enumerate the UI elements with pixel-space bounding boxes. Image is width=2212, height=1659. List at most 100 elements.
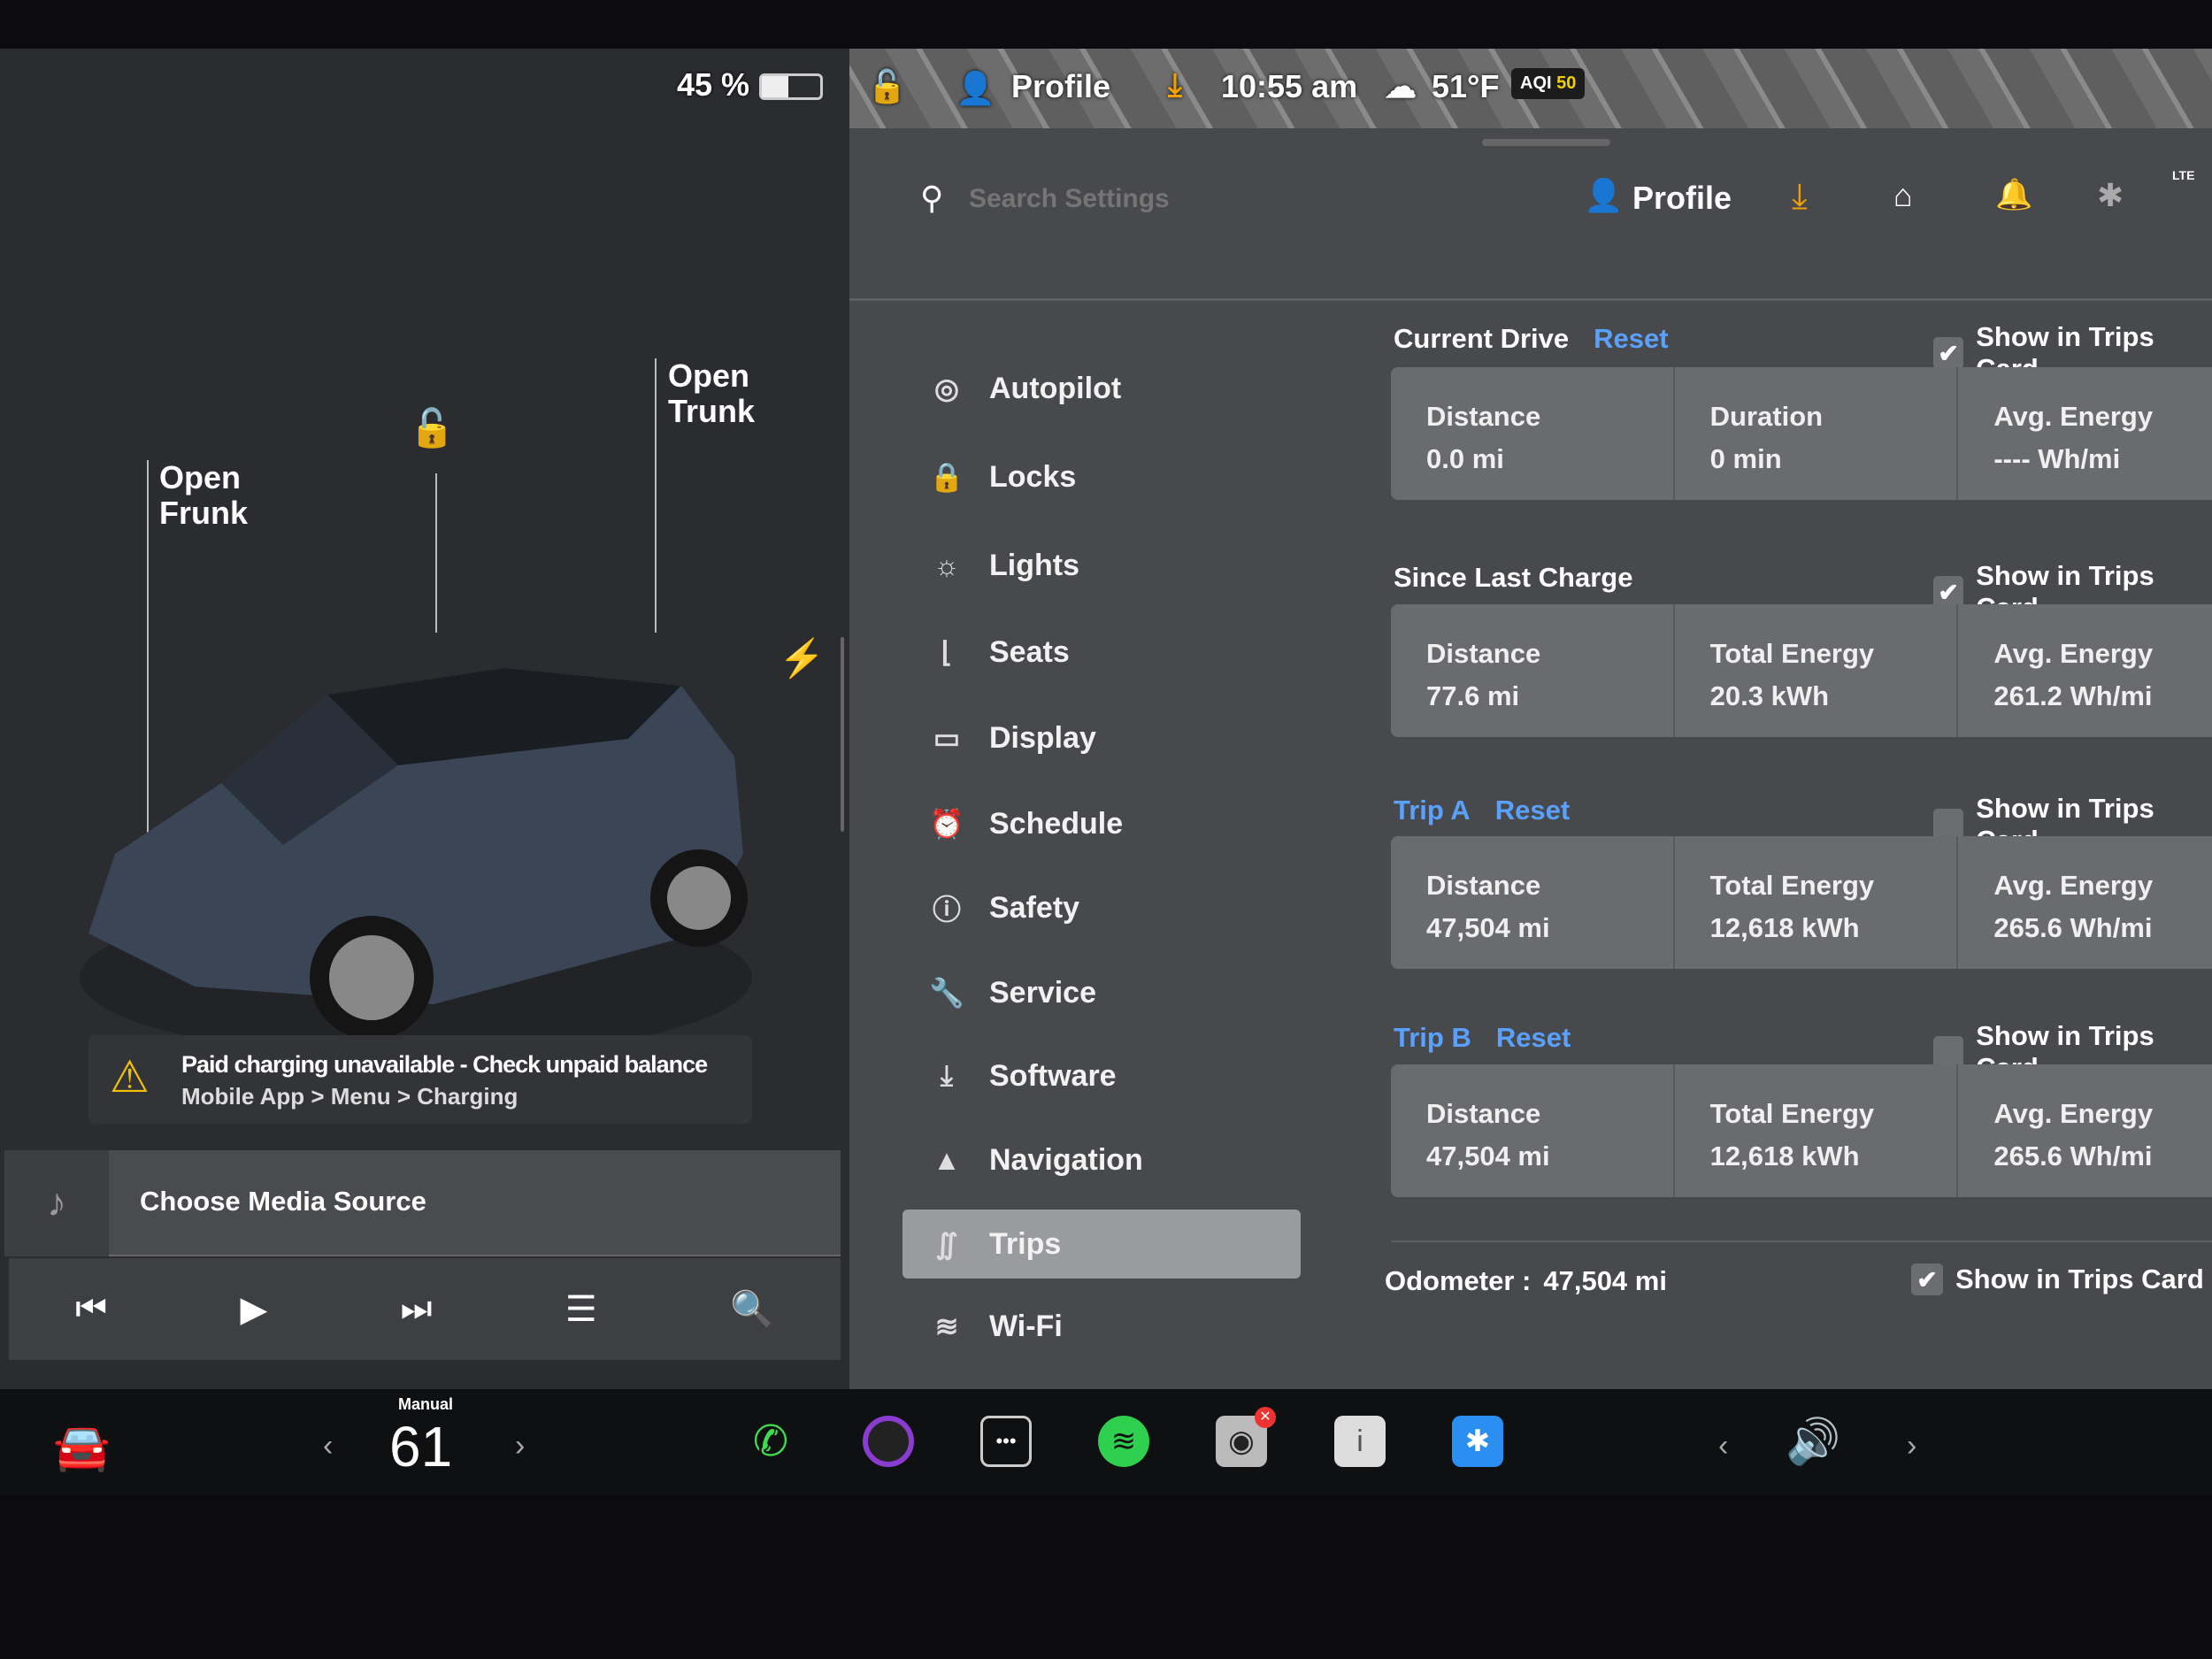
odometer-value: 47,504 mi <box>1543 1265 1667 1297</box>
bluetooth-icon[interactable]: ✱ <box>2097 177 2124 214</box>
stat-cell: Total Energy12,618 kWh <box>1675 836 1959 969</box>
divider <box>1391 1240 2212 1242</box>
lock-status-icon[interactable]: 🔓 <box>867 68 907 105</box>
alert-subtitle: Mobile App > Menu > Charging <box>181 1083 518 1110</box>
open-frunk-button[interactable]: OpenFrunk <box>159 460 248 531</box>
cabin-temperature[interactable]: 61 <box>389 1414 452 1479</box>
car-image <box>62 562 770 1075</box>
stat-value: 12,618 kWh <box>1710 1135 1922 1178</box>
sidebar-item-label: Schedule <box>989 807 1123 841</box>
clock: 10:55 am <box>1221 68 1357 105</box>
volume-icon[interactable]: 🔊 <box>1786 1416 1840 1468</box>
trunk-label-1: Open <box>668 358 755 394</box>
alert-title: Paid charging unavailable - Check unpaid… <box>181 1051 707 1079</box>
profile-icon[interactable]: 👤 <box>1584 177 1624 214</box>
stat-cell: Distance47,504 mi <box>1391 836 1675 969</box>
search-icon: ⚲ <box>920 180 943 217</box>
sidebar-item-autopilot[interactable]: ◎Autopilot <box>902 354 1301 423</box>
stat-label: Distance <box>1426 864 1638 907</box>
odometer-label: Odometer : <box>1385 1265 1531 1297</box>
schedule-icon: ⏰ <box>929 807 964 841</box>
battery-percent: 45 % <box>677 66 749 104</box>
charge-port-icon[interactable]: ⚡ <box>779 637 825 680</box>
sidebar-item-navigation[interactable]: ▲Navigation <box>902 1125 1301 1194</box>
safety-icon: ⓘ <box>929 887 964 928</box>
trip-b-header: Trip BReset <box>1394 1022 1571 1054</box>
frunk-label-2: Frunk <box>159 495 248 531</box>
sidebar-item-seats[interactable]: ⌊Seats <box>902 618 1301 687</box>
stat-label: Total Energy <box>1710 864 1922 907</box>
vehicle-panel: 45 % OpenFrunk OpenTrunk 🔓 ⚡ ⚠ Paid char… <box>0 49 849 1389</box>
equalizer-icon[interactable]: ☰ <box>565 1289 597 1330</box>
temp-up-button[interactable]: › <box>515 1429 525 1463</box>
sidebar-item-service[interactable]: 🔧Service <box>902 958 1301 1027</box>
trip-b-card: Distance47,504 miTotal Energy12,618 kWhA… <box>1391 1064 2212 1197</box>
aqi-label: AQI <box>1520 73 1552 93</box>
camera-app-icon[interactable] <box>863 1416 914 1467</box>
lock-icon: 🔒 <box>929 460 964 494</box>
spotify-icon[interactable]: ≋ <box>1098 1416 1149 1467</box>
temp-down-button[interactable]: ‹ <box>323 1429 333 1463</box>
display-icon: ▭ <box>929 721 964 755</box>
stat-label: Avg. Energy <box>1993 1093 2205 1135</box>
volume-down-button[interactable]: ‹ <box>1718 1429 1728 1463</box>
sidebar-item-software[interactable]: ⤓Software <box>902 1041 1301 1110</box>
drag-handle[interactable] <box>1482 139 1610 146</box>
battery-icon <box>759 73 823 100</box>
sidebar-item-trips[interactable]: ∬Trips <box>902 1210 1301 1279</box>
stat-value: 0.0 mi <box>1426 438 1638 480</box>
unlock-icon[interactable]: 🔓 <box>409 407 455 450</box>
aqi-badge: AQI 50 <box>1511 68 1585 99</box>
scrollbar[interactable] <box>841 637 844 832</box>
temperature: 51°F <box>1432 68 1499 105</box>
header-profile[interactable]: Profile <box>1632 180 1732 217</box>
notification-bell-icon[interactable]: 🔔 <box>1995 177 2032 212</box>
previous-track-icon[interactable]: ⏮ <box>75 1289 107 1329</box>
map-strip[interactable]: 🔓 👤 Profile ⤓ 10:55 am ☁ 51°F AQI 50 <box>849 49 2212 128</box>
odometer-show-in-trips-checkbox[interactable]: ✔Show in Trips Card <box>1911 1263 2204 1295</box>
download-icon[interactable]: ⤓ <box>1168 66 1182 104</box>
trip-a-header: Trip A Reset <box>1394 795 1570 826</box>
trip-b-reset-button[interactable]: Reset <box>1496 1022 1571 1054</box>
sidebar-item-lights[interactable]: ☼Lights <box>902 531 1301 600</box>
climate-mode: Manual <box>398 1395 453 1414</box>
open-trunk-button[interactable]: OpenTrunk <box>668 358 755 429</box>
bluetooth-app-icon[interactable]: ✱ <box>1452 1416 1503 1467</box>
stat-cell: Distance0.0 mi <box>1391 367 1675 500</box>
car-icon[interactable]: 🚘 <box>53 1420 111 1474</box>
sidebar-item-label: Display <box>989 721 1096 756</box>
next-track-icon[interactable]: ⏭ <box>401 1289 433 1329</box>
section-title: Trip A <box>1394 795 1471 826</box>
volume-up-button[interactable]: › <box>1907 1429 1916 1463</box>
sidebar-item-display[interactable]: ▭ Display <box>902 703 1301 772</box>
status-profile[interactable]: Profile <box>1011 68 1110 105</box>
media-source-bar[interactable]: ♪ Choose Media Source <box>4 1150 841 1256</box>
homelink-icon[interactable]: ⌂ <box>1893 177 1913 214</box>
wifi-icon: ≋ <box>929 1310 964 1343</box>
phone-icon[interactable]: ✆ <box>745 1416 796 1467</box>
weather-icon: ☁ <box>1385 68 1417 105</box>
charging-alert[interactable]: ⚠ Paid charging unavailable - Check unpa… <box>88 1035 752 1124</box>
search-input[interactable] <box>969 177 1411 221</box>
trip-a-reset-button[interactable]: Reset <box>1495 795 1570 826</box>
more-apps-icon[interactable]: ••• <box>980 1416 1032 1467</box>
frunk-label-1: Open <box>159 460 248 495</box>
checkbox-icon <box>1933 1036 1963 1068</box>
play-icon[interactable]: ▶ <box>240 1289 267 1330</box>
stat-value: 0 min <box>1710 438 1922 480</box>
stat-cell: Duration0 min <box>1675 367 1959 500</box>
trunk-label-2: Trunk <box>668 394 755 429</box>
current-drive-header: Current DriveReset <box>1394 323 1669 355</box>
profile-icon[interactable]: 👤 <box>956 70 995 107</box>
media-search-icon[interactable]: 🔍 <box>730 1288 774 1330</box>
manual-icon[interactable]: i <box>1334 1416 1386 1467</box>
sidebar-item-schedule[interactable]: ⏰ Schedule <box>902 789 1301 858</box>
sidebar-item-wifi[interactable]: ≋ Wi-Fi <box>902 1292 1301 1361</box>
sidebar-item-label: Wi-Fi <box>989 1310 1063 1344</box>
sidebar-item-locks[interactable]: 🔒Locks <box>902 442 1301 511</box>
sidebar-item-label: Navigation <box>989 1143 1143 1178</box>
sidebar-item-safety[interactable]: ⓘSafety <box>902 873 1301 942</box>
download-icon[interactable]: ⤓ <box>1792 177 1808 217</box>
sidebar-item-label: Service <box>989 976 1096 1010</box>
current-drive-reset-button[interactable]: Reset <box>1594 323 1668 355</box>
